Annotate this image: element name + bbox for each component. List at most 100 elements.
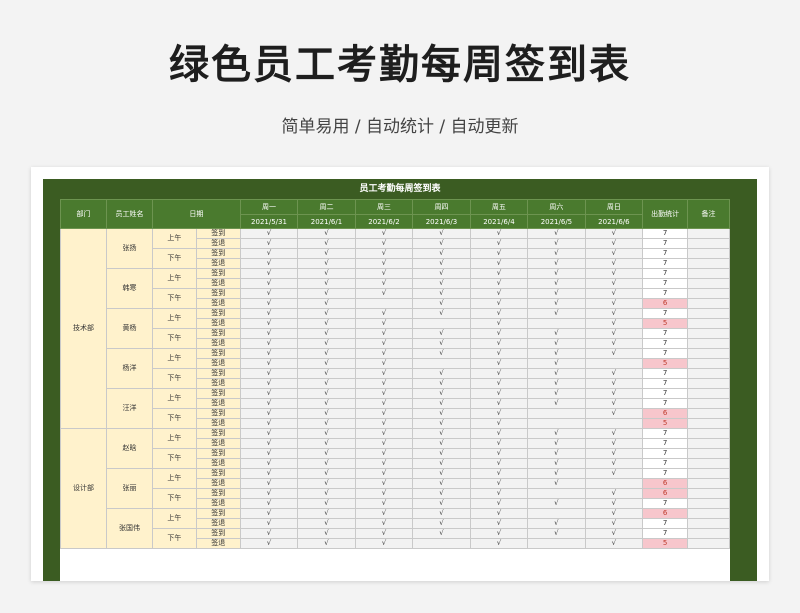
note-cell[interactable] <box>687 428 730 439</box>
check-cell[interactable]: √ <box>412 508 471 519</box>
check-cell[interactable]: √ <box>584 508 644 519</box>
check-cell[interactable]: √ <box>412 398 471 409</box>
check-cell[interactable]: √ <box>469 438 529 449</box>
check-cell[interactable]: √ <box>527 458 586 469</box>
check-cell[interactable]: √ <box>469 348 529 359</box>
check-cell[interactable]: √ <box>354 278 414 289</box>
check-cell[interactable]: √ <box>297 228 356 239</box>
check-cell[interactable]: √ <box>354 308 414 319</box>
check-cell[interactable]: √ <box>297 448 356 459</box>
check-cell[interactable] <box>527 418 586 429</box>
check-cell[interactable]: √ <box>297 478 356 489</box>
check-cell[interactable]: √ <box>412 408 471 419</box>
check-cell[interactable]: √ <box>239 348 299 359</box>
check-cell[interactable]: √ <box>527 348 586 359</box>
check-cell[interactable]: √ <box>239 538 299 549</box>
check-cell[interactable]: √ <box>584 368 644 379</box>
check-cell[interactable]: √ <box>527 358 586 369</box>
check-cell[interactable]: √ <box>354 488 414 499</box>
check-cell[interactable]: √ <box>469 298 529 309</box>
check-cell[interactable]: √ <box>354 448 414 459</box>
check-cell[interactable]: √ <box>297 298 356 309</box>
check-cell[interactable]: √ <box>469 398 529 409</box>
check-cell[interactable]: √ <box>412 438 471 449</box>
check-cell[interactable]: √ <box>469 518 529 529</box>
check-cell[interactable]: √ <box>527 388 586 399</box>
check-cell[interactable]: √ <box>297 408 356 419</box>
check-cell[interactable]: √ <box>239 308 299 319</box>
check-cell[interactable] <box>412 538 471 549</box>
check-cell[interactable]: √ <box>412 418 471 429</box>
check-cell[interactable]: √ <box>297 458 356 469</box>
check-cell[interactable] <box>584 418 644 429</box>
check-cell[interactable]: √ <box>527 278 586 289</box>
note-cell[interactable] <box>687 338 730 349</box>
check-cell[interactable]: √ <box>354 478 414 489</box>
check-cell[interactable]: √ <box>412 478 471 489</box>
check-cell[interactable]: √ <box>412 528 471 539</box>
check-cell[interactable]: √ <box>584 388 644 399</box>
check-cell[interactable]: √ <box>239 468 299 479</box>
check-cell[interactable]: √ <box>297 248 356 259</box>
note-cell[interactable] <box>687 378 730 389</box>
check-cell[interactable]: √ <box>527 228 586 239</box>
check-cell[interactable]: √ <box>412 238 471 249</box>
check-cell[interactable]: √ <box>412 518 471 529</box>
check-cell[interactable]: √ <box>354 258 414 269</box>
check-cell[interactable]: √ <box>412 488 471 499</box>
check-cell[interactable]: √ <box>297 508 356 519</box>
check-cell[interactable]: √ <box>584 348 644 359</box>
check-cell[interactable]: √ <box>469 528 529 539</box>
check-cell[interactable]: √ <box>584 408 644 419</box>
note-cell[interactable] <box>687 478 730 489</box>
check-cell[interactable]: √ <box>297 288 356 299</box>
note-cell[interactable] <box>687 448 730 459</box>
check-cell[interactable]: √ <box>469 268 529 279</box>
check-cell[interactable]: √ <box>412 498 471 509</box>
check-cell[interactable]: √ <box>354 348 414 359</box>
check-cell[interactable]: √ <box>584 268 644 279</box>
note-cell[interactable] <box>687 308 730 319</box>
check-cell[interactable]: √ <box>584 328 644 339</box>
check-cell[interactable]: √ <box>527 528 586 539</box>
check-cell[interactable]: √ <box>527 468 586 479</box>
check-cell[interactable]: √ <box>297 258 356 269</box>
check-cell[interactable]: √ <box>354 228 414 239</box>
note-cell[interactable] <box>687 498 730 509</box>
check-cell[interactable]: √ <box>412 248 471 259</box>
check-cell[interactable]: √ <box>584 288 644 299</box>
check-cell[interactable]: √ <box>412 288 471 299</box>
check-cell[interactable]: √ <box>469 238 529 249</box>
check-cell[interactable]: √ <box>527 268 586 279</box>
check-cell[interactable]: √ <box>469 288 529 299</box>
check-cell[interactable]: √ <box>354 508 414 519</box>
check-cell[interactable]: √ <box>469 538 529 549</box>
check-cell[interactable]: √ <box>527 288 586 299</box>
check-cell[interactable]: √ <box>239 238 299 249</box>
note-cell[interactable] <box>687 328 730 339</box>
check-cell[interactable]: √ <box>469 368 529 379</box>
check-cell[interactable] <box>527 508 586 519</box>
check-cell[interactable]: √ <box>584 448 644 459</box>
check-cell[interactable]: √ <box>469 448 529 459</box>
check-cell[interactable]: √ <box>527 398 586 409</box>
check-cell[interactable]: √ <box>239 318 299 329</box>
check-cell[interactable]: √ <box>412 468 471 479</box>
check-cell[interactable]: √ <box>354 378 414 389</box>
check-cell[interactable]: √ <box>297 398 356 409</box>
note-cell[interactable] <box>687 518 730 529</box>
check-cell[interactable]: √ <box>469 308 529 319</box>
check-cell[interactable]: √ <box>412 328 471 339</box>
check-cell[interactable]: √ <box>527 368 586 379</box>
check-cell[interactable]: √ <box>469 388 529 399</box>
check-cell[interactable]: √ <box>239 378 299 389</box>
note-cell[interactable] <box>687 528 730 539</box>
check-cell[interactable]: √ <box>354 288 414 299</box>
check-cell[interactable]: √ <box>584 428 644 439</box>
check-cell[interactable]: √ <box>354 408 414 419</box>
check-cell[interactable]: √ <box>469 258 529 269</box>
check-cell[interactable]: √ <box>584 538 644 549</box>
check-cell[interactable]: √ <box>354 498 414 509</box>
check-cell[interactable]: √ <box>469 358 529 369</box>
note-cell[interactable] <box>687 458 730 469</box>
